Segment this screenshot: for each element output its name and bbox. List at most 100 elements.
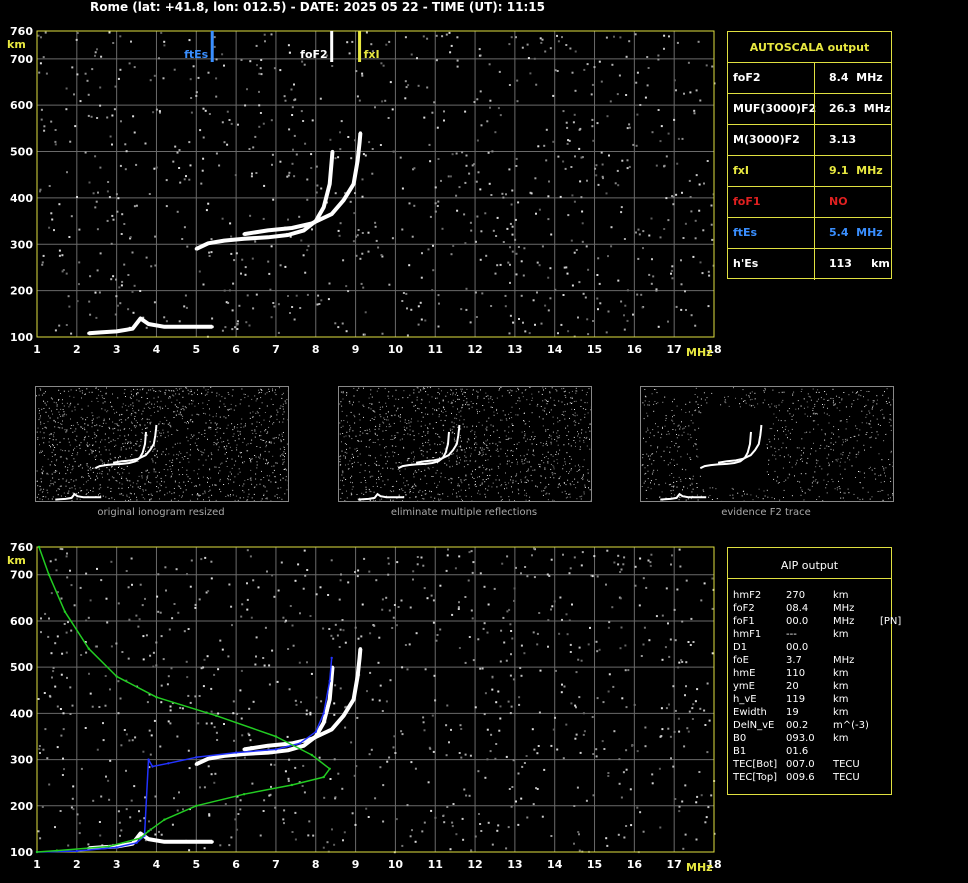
noise-dot <box>130 429 132 431</box>
noise-dot <box>282 432 284 433</box>
noise-dot <box>376 464 378 466</box>
noise-dot <box>379 499 381 501</box>
noise-dot <box>623 836 626 839</box>
noise-dot <box>524 462 526 464</box>
noise-dot <box>230 122 233 125</box>
noise-dot <box>681 409 682 411</box>
noise-dot <box>76 498 78 500</box>
marker-label: ftEs <box>184 48 209 61</box>
noise-dot <box>460 308 463 311</box>
noise-dot <box>703 491 705 492</box>
noise-dot <box>229 495 231 497</box>
noise-dot <box>401 228 404 231</box>
noise-dot <box>304 271 307 274</box>
noise-dot <box>94 291 97 294</box>
noise-dot <box>698 407 700 408</box>
noise-dot <box>53 436 55 438</box>
noise-dot <box>59 441 61 443</box>
noise-dot <box>677 446 679 448</box>
noise-dot <box>239 403 241 405</box>
noise-dot <box>263 440 265 441</box>
noise-dot <box>173 492 175 494</box>
noise-dot <box>469 321 472 324</box>
noise-dot <box>260 431 262 433</box>
noise-dot <box>54 464 56 466</box>
noise-dot <box>234 476 236 478</box>
noise-dot <box>164 494 166 496</box>
data-point <box>115 329 119 333</box>
noise-dot <box>556 34 558 37</box>
noise-dot <box>86 388 88 390</box>
noise-dot <box>119 35 122 38</box>
thumb-trace <box>112 424 158 464</box>
noise-dot <box>79 390 81 392</box>
noise-dot <box>434 210 437 213</box>
noise-dot <box>517 823 520 826</box>
noise-dot <box>644 96 647 99</box>
noise-dot <box>531 480 533 482</box>
noise-dot <box>334 322 337 325</box>
noise-dot <box>803 499 805 501</box>
noise-dot <box>268 426 270 428</box>
noise-dot <box>785 479 787 481</box>
noise-dot <box>38 412 40 414</box>
noise-dot <box>499 717 502 720</box>
noise-dot <box>463 391 465 393</box>
noise-dot <box>685 469 687 471</box>
noise-dot <box>42 473 44 475</box>
noise-dot <box>496 216 499 219</box>
noise-dot <box>671 419 673 421</box>
noise-dot <box>106 387 107 389</box>
noise-dot <box>108 426 110 428</box>
noise-dot <box>438 408 440 410</box>
noise-dot <box>228 289 231 292</box>
noise-dot <box>568 472 570 474</box>
noise-dot <box>855 393 857 394</box>
noise-dot <box>434 443 436 445</box>
noise-dot <box>273 67 276 70</box>
noise-dot <box>489 106 491 109</box>
noise-dot <box>652 275 655 278</box>
noise-dot <box>413 458 415 460</box>
noise-dot <box>39 489 41 491</box>
noise-dot <box>413 405 415 407</box>
noise-dot <box>183 226 186 229</box>
noise-dot <box>261 470 262 472</box>
noise-dot <box>399 416 401 418</box>
noise-dot <box>155 166 158 169</box>
noise-dot <box>574 89 577 92</box>
noise-dot <box>78 283 80 286</box>
noise-dot <box>526 399 528 401</box>
noise-dot <box>518 397 520 399</box>
noise-dot <box>500 500 502 502</box>
noise-dot <box>554 69 557 72</box>
noise-dot <box>618 758 621 761</box>
noise-dot <box>442 815 445 817</box>
noise-dot <box>529 387 531 388</box>
noise-dot <box>450 430 452 432</box>
noise-dot <box>479 54 482 57</box>
noise-dot <box>456 392 457 394</box>
noise-dot <box>136 394 138 396</box>
noise-dot <box>135 434 137 436</box>
noise-dot <box>813 442 814 444</box>
noise-dot <box>62 450 64 452</box>
noise-dot <box>456 449 458 451</box>
noise-dot <box>230 836 233 839</box>
noise-dot <box>520 455 522 457</box>
noise-dot <box>219 400 221 402</box>
noise-dot <box>728 405 730 407</box>
noise-dot <box>832 388 834 390</box>
noise-dot <box>368 446 370 448</box>
noise-dot <box>105 597 108 600</box>
noise-dot <box>183 481 185 483</box>
noise-dot <box>132 410 134 412</box>
noise-dot <box>354 422 356 424</box>
noise-dot <box>340 479 342 481</box>
noise-dot <box>680 283 683 286</box>
noise-dot <box>152 460 154 461</box>
noise-dot <box>146 427 148 429</box>
noise-dot <box>365 491 367 493</box>
noise-dot <box>549 47 552 50</box>
noise-dot <box>456 450 458 452</box>
